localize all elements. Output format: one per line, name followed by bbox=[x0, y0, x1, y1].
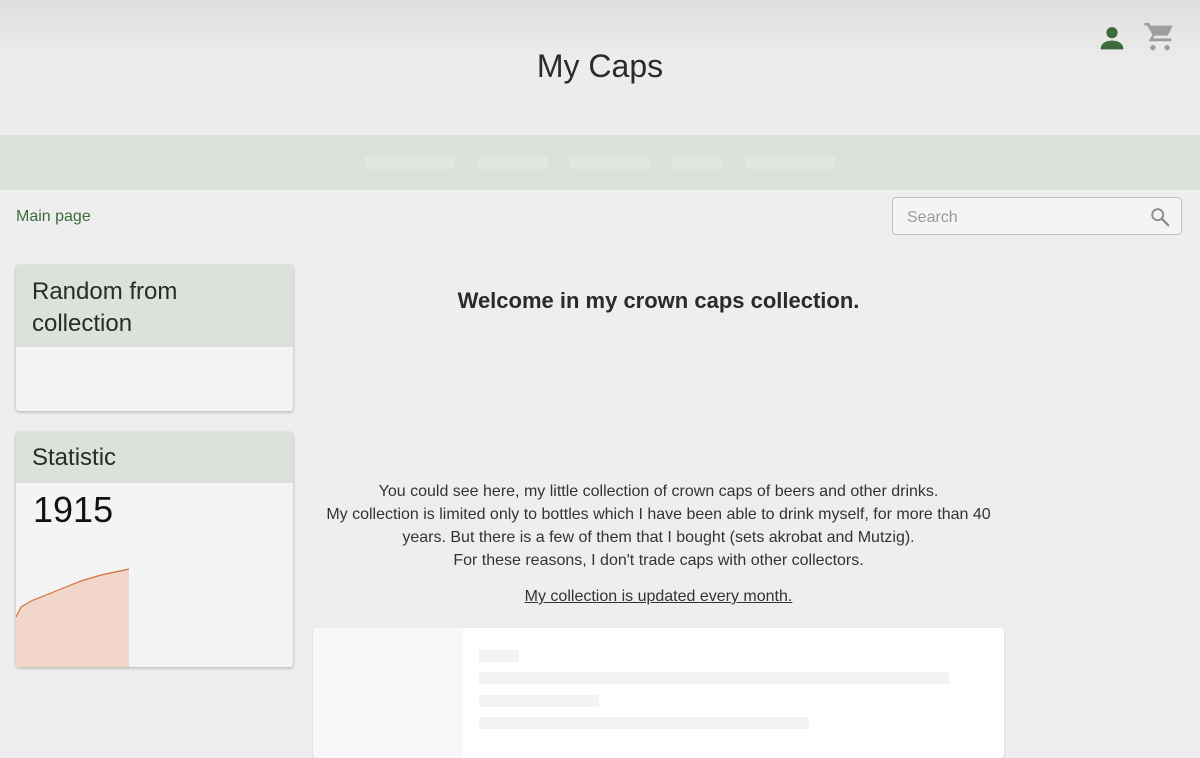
statistic-sparkline bbox=[16, 568, 130, 667]
nav-item-1[interactable] bbox=[365, 157, 455, 169]
skeleton-line bbox=[479, 717, 809, 729]
nav-item-5[interactable] bbox=[745, 157, 835, 169]
statistic-card-title: Statistic bbox=[16, 432, 293, 483]
nav-item-4[interactable] bbox=[672, 157, 722, 169]
intro-text: You could see here, my little collection… bbox=[313, 480, 1004, 572]
intro-line-2: My collection is limited only to bottles… bbox=[326, 506, 991, 546]
sparkline-area bbox=[16, 569, 129, 667]
random-card: Random from collection bbox=[16, 265, 293, 411]
site-title: My Caps bbox=[536, 48, 664, 84]
search-box bbox=[892, 197, 1182, 235]
intro-line-1: You could see here, my little collection… bbox=[378, 483, 939, 500]
statistic-card: Statistic 1915 bbox=[16, 432, 293, 667]
search-input[interactable] bbox=[905, 206, 1139, 230]
welcome-heading: Welcome in my crown caps collection. bbox=[457, 288, 860, 313]
statistic-count: 1915 bbox=[33, 489, 114, 530]
nav-item-3[interactable] bbox=[570, 157, 650, 169]
search-icon[interactable] bbox=[1149, 206, 1171, 228]
skeleton-line bbox=[479, 672, 949, 684]
content-panel bbox=[313, 628, 1004, 758]
user-icon[interactable] bbox=[1096, 22, 1128, 54]
skeleton-line bbox=[479, 695, 599, 707]
breadcrumb-main-page[interactable]: Main page bbox=[16, 208, 91, 226]
intro-line-3: For these reasons, I don't trade caps wi… bbox=[453, 552, 864, 569]
random-card-title: Random from collection bbox=[16, 265, 293, 347]
panel-image-placeholder bbox=[313, 628, 463, 758]
update-note-link[interactable]: My collection is updated every month. bbox=[313, 588, 1004, 606]
site-header: My Caps bbox=[0, 0, 1200, 135]
skeleton-line bbox=[479, 650, 519, 662]
main-navbar bbox=[0, 135, 1200, 190]
nav-item-2[interactable] bbox=[478, 157, 548, 169]
cart-icon[interactable] bbox=[1143, 20, 1177, 54]
